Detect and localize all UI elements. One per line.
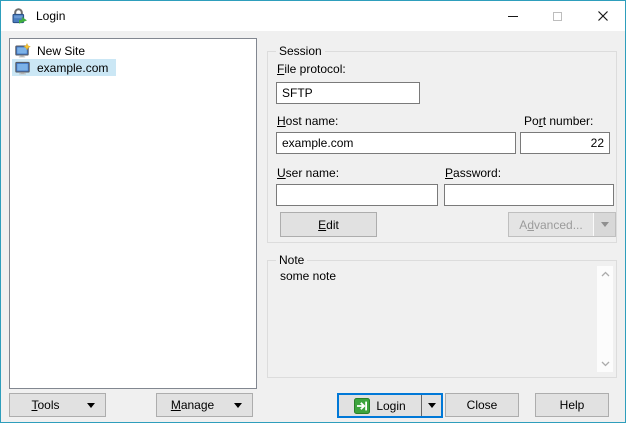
session-group-label: Session [276,44,325,58]
login-button-label: Login [376,399,405,413]
winscp-app-icon [10,7,28,25]
tools-button-label: Tools [31,398,59,412]
password-field[interactable] [444,184,614,206]
host-name-field[interactable] [276,132,516,154]
manage-button-label: Manage [171,398,214,412]
maximize-icon [553,12,562,21]
scroll-down-icon[interactable] [601,361,610,367]
edit-button-label: Edit [318,218,339,232]
close-icon [597,10,609,22]
password-label: Password: [445,166,501,180]
login-dropdown[interactable] [421,395,441,416]
advanced-dropdown [593,213,615,236]
close-button[interactable] [580,1,625,31]
edit-button[interactable]: Edit [280,212,377,237]
note-group-label: Note [276,253,307,267]
list-item-new-site[interactable]: New Site [10,42,256,59]
close-dialog-button[interactable]: Close [445,393,519,417]
file-protocol-label: File protocol: [277,62,346,76]
minimize-button[interactable] [490,1,535,31]
chevron-down-icon [87,403,95,408]
titlebar: Login [1,1,625,31]
help-button[interactable]: Help [535,393,609,417]
login-icon [354,398,370,414]
chevron-down-icon [428,403,436,408]
help-button-label: Help [560,398,585,412]
window-title: Login [36,9,65,23]
chevron-down-icon [601,222,609,227]
file-protocol-field[interactable] [276,82,420,104]
port-number-field[interactable] [520,132,610,154]
user-name-label: User name: [277,166,339,180]
host-name-label: Host name: [277,114,338,128]
user-name-field[interactable] [276,184,438,206]
new-site-icon [15,43,31,59]
site-list[interactable]: New Site example.com [9,38,257,389]
chevron-down-icon [234,403,242,408]
advanced-button-label: Advanced... [509,218,593,232]
list-item-example-com[interactable]: example.com [10,59,256,76]
scroll-up-icon[interactable] [601,271,610,277]
list-item-label: New Site [37,44,85,58]
note-text: some note [280,269,336,283]
advanced-button: Advanced... [508,212,616,237]
note-scrollbar[interactable] [597,266,613,372]
port-number-label: Port number: [524,114,593,128]
tools-button[interactable]: Tools [9,393,106,417]
site-icon [15,60,31,76]
session-group: Session File protocol: Host name: Port n… [267,51,617,243]
window-controls [490,1,625,31]
note-group: Note some note [267,260,617,378]
list-item-label: example.com [37,61,108,75]
manage-button[interactable]: Manage [156,393,253,417]
minimize-icon [508,16,518,17]
login-button[interactable]: Login [337,393,443,418]
close-button-label: Close [467,398,498,412]
maximize-button [535,1,580,31]
